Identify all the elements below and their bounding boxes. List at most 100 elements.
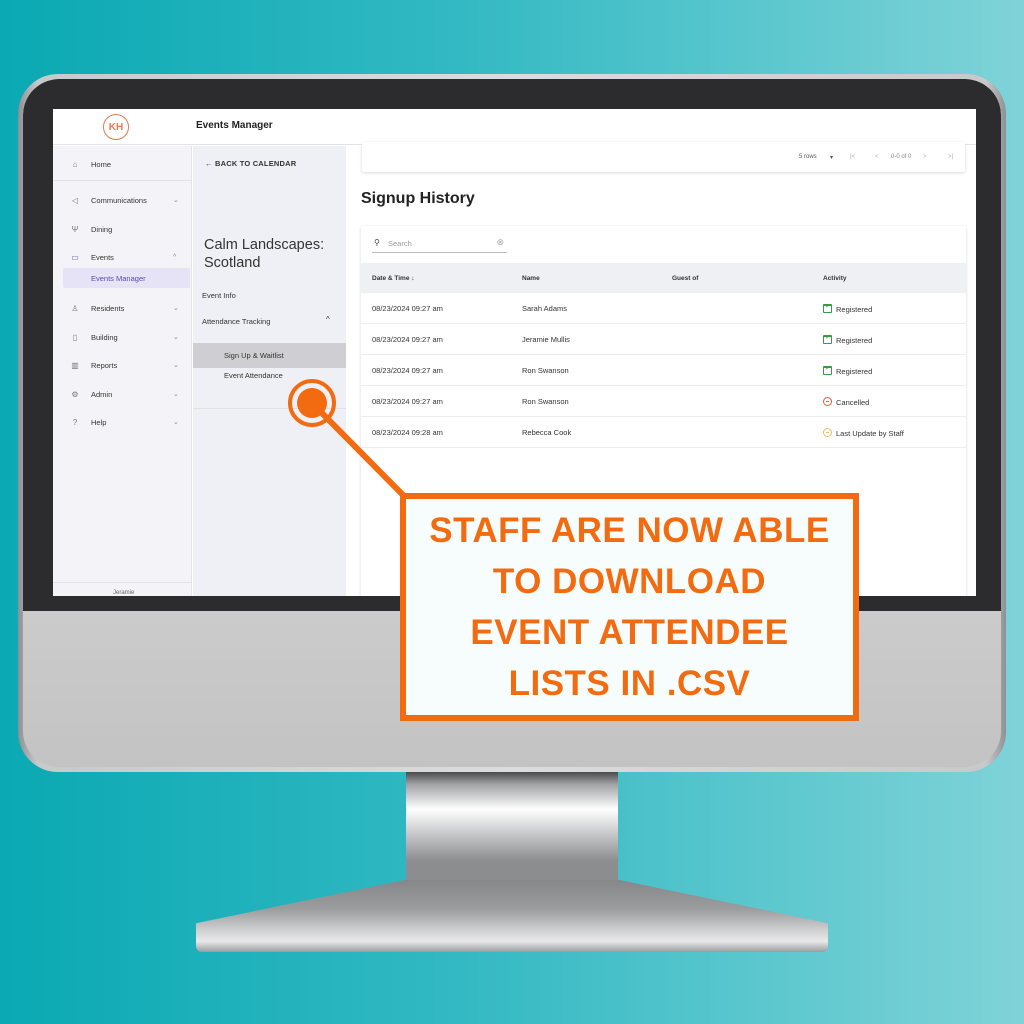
calendar-check-icon: [823, 303, 832, 313]
cell-activity: Last Update by Staff: [823, 428, 904, 438]
column-header-guest-of[interactable]: Guest of: [672, 275, 698, 282]
table-header: Date & Time ↓ Name Guest of Activity: [361, 263, 966, 293]
back-to-calendar-link[interactable]: ← BACK TO CALENDAR: [205, 159, 296, 168]
chevron-down-icon: ⌄: [173, 362, 179, 369]
chevron-up-icon: ^: [173, 253, 177, 261]
sidebar-item-building[interactable]: ▯ Building ⌄: [53, 325, 192, 349]
help-icon: ?: [72, 417, 78, 427]
callout-line-2: TO DOWNLOAD: [492, 562, 767, 601]
cell-name: Rebecca Cook: [522, 428, 572, 437]
search-icon: ⚲: [374, 238, 380, 247]
activity-label: Registered: [836, 305, 873, 314]
calendar-check-icon: [823, 365, 832, 375]
monitor-stand-base: [196, 880, 828, 952]
sidebar-item-events-manager[interactable]: Events Manager: [63, 268, 190, 288]
cell-activity: Registered: [823, 334, 873, 345]
chevron-down-icon: ⌄: [173, 419, 179, 426]
calendar-icon: ▭: [71, 252, 79, 262]
cell-name: Ron Swanson: [522, 366, 569, 375]
cell-activity: Registered: [823, 365, 873, 376]
activity-label: Registered: [836, 367, 873, 376]
activity-label: Last Update by Staff: [836, 429, 904, 438]
table-row[interactable]: 08/23/2024 09:28 am Rebecca Cook Last Up…: [361, 417, 966, 448]
column-header-activity[interactable]: Activity: [823, 275, 846, 282]
chevron-down-icon: ⌄: [173, 197, 179, 204]
sidebar-divider: [53, 180, 192, 181]
sidebar-item-label: Residents: [91, 303, 125, 313]
sidebar-item-help[interactable]: ? Help ⌄: [53, 410, 192, 434]
cell-datetime: 08/23/2024 09:27 am: [372, 335, 443, 344]
table-row[interactable]: 08/23/2024 09:27 am Jeramie Mullis Regis…: [361, 324, 966, 355]
column-header-name[interactable]: Name: [522, 275, 540, 282]
attendance-tracking-toggle[interactable]: Attendance Tracking: [202, 317, 270, 326]
app-title: Events Manager: [196, 120, 273, 131]
next-page-button[interactable]: >: [923, 154, 927, 160]
cell-name: Ron Swanson: [522, 397, 569, 406]
user-name[interactable]: Jeramie: [113, 590, 134, 596]
clear-icon[interactable]: ⊗: [496, 237, 504, 248]
callout-line-3: EVENT ATTENDEE: [470, 613, 789, 652]
cell-activity: Cancelled: [823, 397, 869, 407]
callout-box: STAFF ARE NOW ABLE TO DOWNLOAD EVENT ATT…: [400, 493, 859, 721]
sidebar-item-label: Home: [91, 159, 112, 169]
table-row[interactable]: 08/23/2024 09:27 am Ron Swanson Register…: [361, 355, 966, 386]
signup-waitlist-link[interactable]: Sign Up & Waitlist: [193, 343, 346, 368]
cell-datetime: 08/23/2024 09:27 am: [372, 366, 443, 375]
page-range: 0-0 of 0: [891, 154, 912, 160]
sidebar-item-label: Communications: [91, 195, 147, 205]
pagination-bar: 5 rows ▾ |< < 0-0 of 0 > >|: [362, 142, 965, 172]
person-icon: ♙: [71, 303, 79, 313]
megaphone-icon: ◁: [71, 195, 79, 205]
event-info-link[interactable]: Event Info: [202, 291, 236, 300]
sidebar-item-residents[interactable]: ♙ Residents ⌄: [53, 296, 192, 320]
sidebar-item-communications[interactable]: ◁ Communications ⌄: [53, 188, 192, 212]
cell-datetime: 08/23/2024 09:27 am: [372, 304, 443, 313]
callout-line-1: STAFF ARE NOW ABLE: [429, 511, 830, 550]
event-title: Calm Landscapes: Scotland: [204, 237, 325, 271]
table-row[interactable]: 08/23/2024 09:27 am Sarah Adams Register…: [361, 293, 966, 324]
logo[interactable]: KH: [103, 114, 129, 140]
first-page-button[interactable]: |<: [850, 154, 855, 160]
sidebar-item-label: Admin: [91, 389, 113, 399]
sidebar-item-label: Reports: [91, 360, 118, 370]
search-input[interactable]: ⚲ Search ⊗: [372, 236, 507, 253]
search-placeholder: Search: [388, 239, 412, 248]
gear-icon: ⚙: [71, 389, 79, 399]
cancel-circle-icon: [823, 397, 832, 406]
cell-name: Sarah Adams: [522, 304, 568, 313]
cell-datetime: 08/23/2024 09:28 am: [372, 428, 443, 437]
last-page-button[interactable]: >|: [948, 154, 953, 160]
prev-page-button[interactable]: <: [875, 154, 879, 160]
activity-label: Registered: [836, 336, 873, 345]
cell-datetime: 08/23/2024 09:27 am: [372, 397, 443, 406]
staff-update-icon: [823, 428, 832, 437]
column-header-date-time[interactable]: Date & Time ↓: [372, 275, 415, 282]
calendar-check-icon: [823, 334, 832, 344]
utensils-icon: Ψ: [71, 224, 79, 234]
bar-chart-icon: ▥: [71, 360, 79, 370]
activity-label: Cancelled: [836, 398, 870, 407]
table-row[interactable]: 08/23/2024 09:27 am Ron Swanson Cancelle…: [361, 386, 966, 417]
rows-per-page-select[interactable]: 5 rows: [799, 154, 817, 160]
sidebar-item-home[interactable]: ⌂ Home: [53, 152, 192, 176]
sidebar-item-label: Events: [91, 252, 114, 262]
sidebar-item-events[interactable]: ▭ Events ^: [53, 245, 192, 269]
sidebar-item-label: Building: [91, 332, 118, 342]
event-attendance-link[interactable]: Event Attendance: [224, 371, 283, 380]
chevron-down-icon[interactable]: ▾: [830, 154, 833, 161]
cell-activity: Registered: [823, 303, 873, 314]
chevron-down-icon: ⌄: [173, 391, 179, 398]
home-icon: ⌂: [72, 159, 78, 169]
chevron-down-icon: ⌄: [173, 334, 179, 341]
callout-line-4: LISTS IN .CSV: [508, 664, 751, 703]
sidebar-item-admin[interactable]: ⚙ Admin ⌄: [53, 382, 192, 406]
sidebar-item-label: Help: [91, 417, 107, 427]
section-title: Signup History: [361, 190, 475, 207]
chevron-down-icon: ⌄: [173, 305, 179, 312]
sidebar: ⌂ Home ◁ Communications ⌄ Ψ Dining ▭ Eve…: [53, 146, 192, 596]
sidebar-item-dining[interactable]: Ψ Dining: [53, 217, 192, 241]
chevron-up-icon[interactable]: ^: [326, 315, 330, 324]
sidebar-item-label: Dining: [91, 224, 113, 234]
sidebar-divider: [53, 582, 192, 583]
sidebar-item-reports[interactable]: ▥ Reports ⌄: [53, 353, 192, 377]
